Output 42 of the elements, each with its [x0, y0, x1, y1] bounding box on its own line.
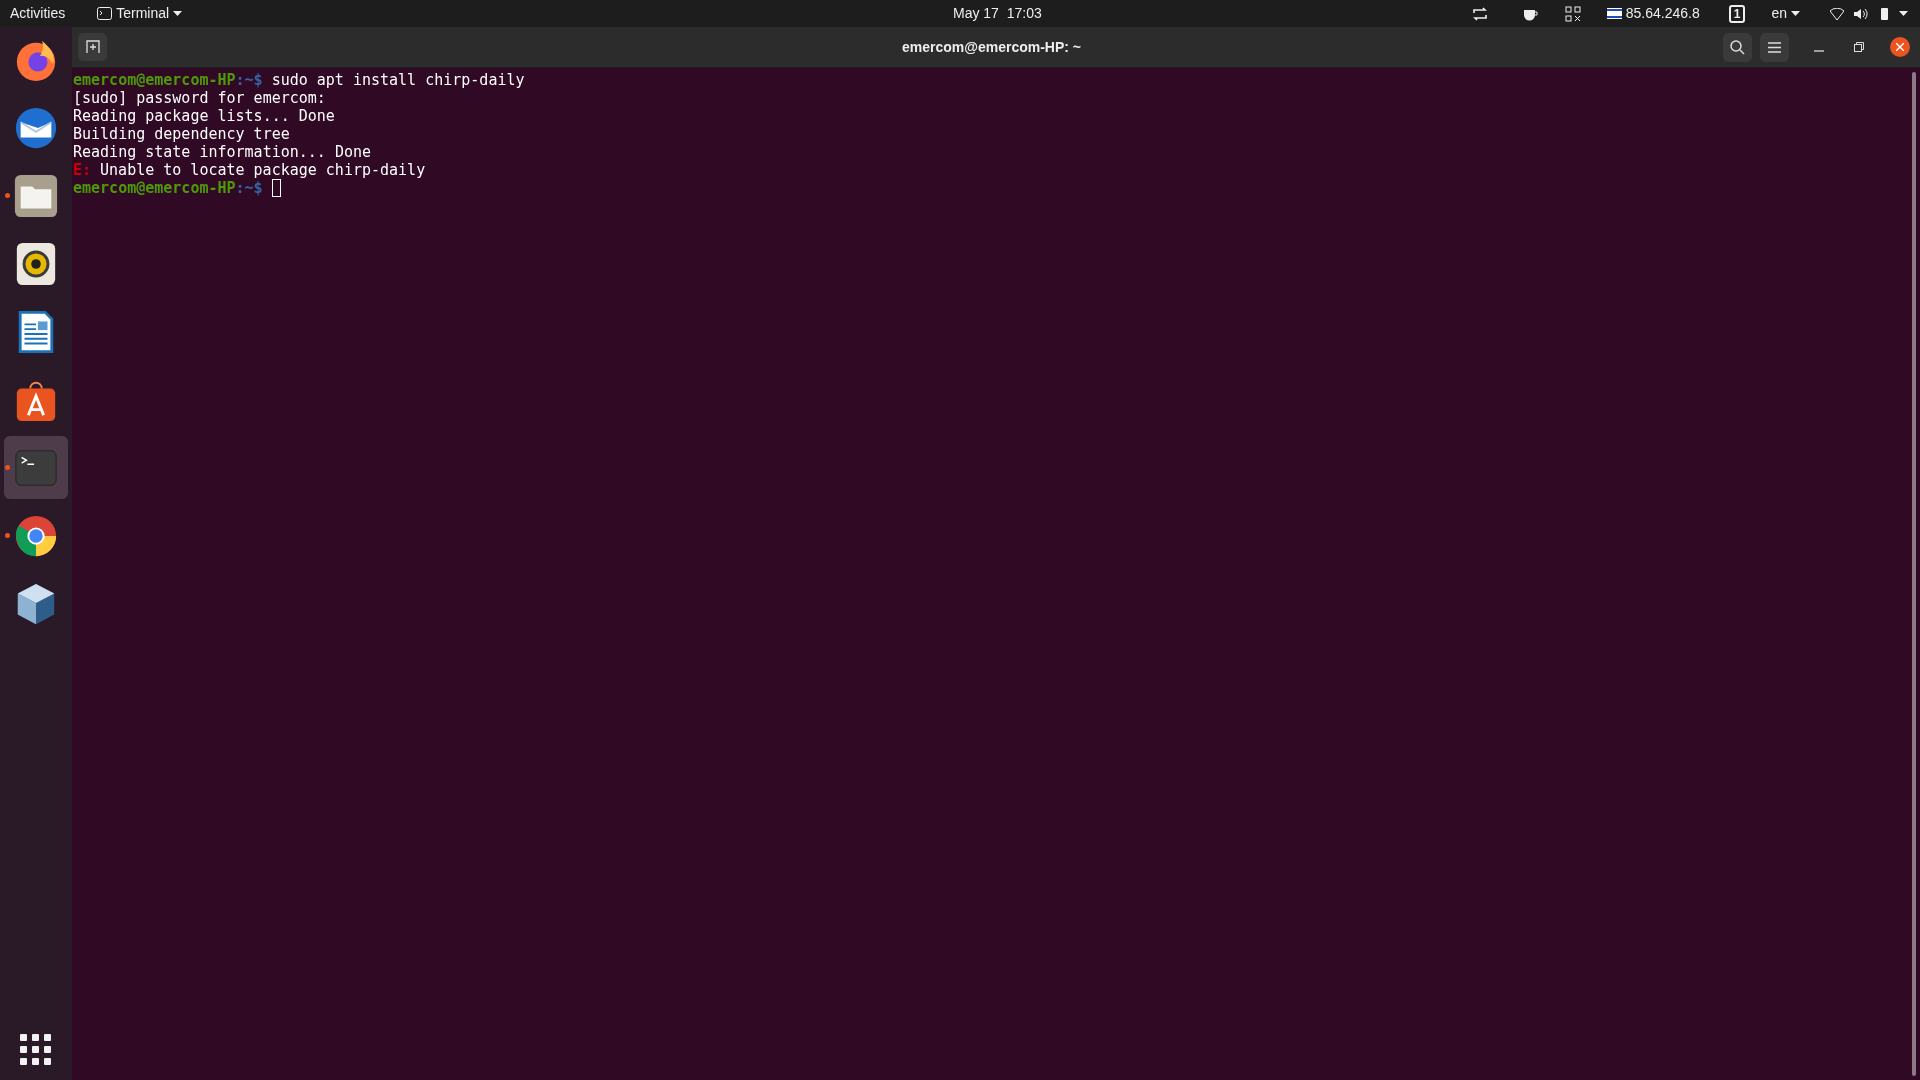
menu-button[interactable]	[1760, 32, 1789, 62]
running-indicator	[5, 193, 10, 198]
running-indicator	[5, 465, 10, 470]
workspace-indicator[interactable]: 1	[1728, 4, 1746, 23]
menu-icon	[1768, 41, 1781, 53]
volume-icon[interactable]	[1854, 7, 1868, 20]
caret-icon	[1791, 11, 1800, 16]
caret-icon	[173, 11, 183, 16]
search-icon	[1730, 39, 1745, 55]
app-grid-icon[interactable]	[20, 1034, 52, 1066]
error-tag: E:	[73, 161, 92, 179]
command-text: sudo apt install chirp-daily	[271, 71, 525, 89]
caret-icon[interactable]	[1899, 11, 1908, 16]
output-line: Reading package lists... Done	[73, 107, 335, 125]
battery-icon[interactable]	[1880, 6, 1889, 21]
sync-icon[interactable]	[1471, 6, 1488, 21]
folder-icon	[13, 172, 59, 219]
grid-icon[interactable]	[1564, 5, 1581, 22]
prompt-user: emercom@emercom-HP	[73, 179, 236, 197]
close-icon	[1896, 43, 1904, 51]
restore-icon[interactable]	[1854, 42, 1864, 52]
new-tab-icon	[85, 40, 100, 54]
new-tab-button[interactable]	[78, 33, 107, 61]
search-button[interactable]	[1723, 32, 1752, 62]
running-indicator	[5, 533, 10, 538]
prompt-path: :~$	[235, 71, 263, 89]
activities-button[interactable]: Activities	[10, 3, 66, 24]
language-menu[interactable]: en	[1771, 3, 1787, 24]
ip-address[interactable]: 85.64.246.8	[1625, 3, 1700, 24]
flag-icon	[1606, 8, 1622, 19]
output-line: [sudo] password for emercom:	[73, 89, 326, 107]
output-line: Building dependency tree	[73, 125, 290, 143]
clock[interactable]: May 17 17:03	[953, 3, 1042, 24]
app-menu[interactable]: Terminal	[116, 3, 170, 24]
window-title: emercom@emercom-HP: ~	[902, 37, 1081, 57]
prompt-user: emercom@emercom-HP	[73, 71, 236, 89]
terminal-icon	[97, 7, 113, 20]
error-message: Unable to locate package chirp-daily	[100, 161, 426, 179]
prompt-path: :~$	[235, 179, 263, 197]
close-button[interactable]	[1890, 37, 1910, 57]
wifi-icon[interactable]	[1830, 7, 1844, 20]
output-line: Reading state information... Done	[73, 143, 371, 161]
